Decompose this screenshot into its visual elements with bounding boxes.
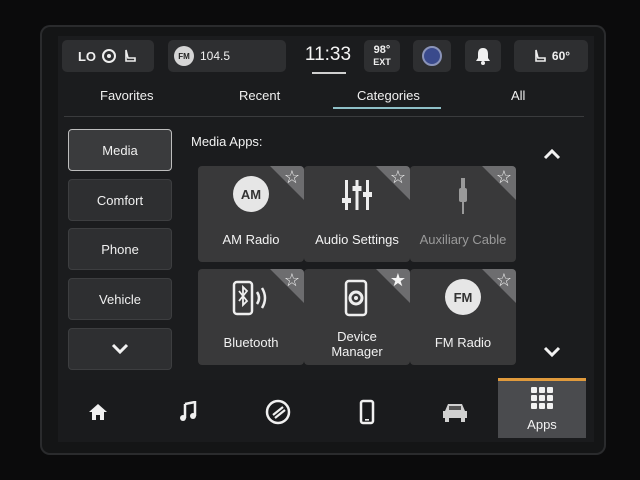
navigation-button[interactable] <box>413 40 451 72</box>
clock: 11:33 <box>304 44 352 65</box>
fm-badge: FM <box>174 46 194 66</box>
climate-right-value: 60° <box>551 49 571 63</box>
sidebar-item-comfort[interactable]: Comfort <box>68 179 172 221</box>
notifications-button[interactable] <box>465 40 501 72</box>
nav-apps-button[interactable]: Apps <box>498 378 586 438</box>
now-playing-radio[interactable]: FM 104.5 <box>168 40 286 72</box>
sidebar-item-vehicle[interactable]: Vehicle <box>68 278 172 320</box>
clock-underline <box>312 72 346 74</box>
am-radio-icon: AM <box>233 176 269 212</box>
aux-cable-icon <box>459 178 467 214</box>
phone-icon <box>359 399 375 425</box>
tabs-divider <box>64 116 584 117</box>
tab-categories[interactable]: Categories <box>357 88 420 103</box>
sidebar-item-label: Vehicle <box>99 291 141 307</box>
bell-icon <box>476 48 490 65</box>
star-icon[interactable]: ☆ <box>284 167 300 188</box>
bluetooth-phone-icon <box>232 280 267 316</box>
home-icon <box>89 404 107 420</box>
nav-phone-button[interactable] <box>347 394 387 430</box>
nav-media-button[interactable] <box>168 394 208 430</box>
outside-temp-label: EXT <box>373 57 391 67</box>
chevron-down-icon <box>111 343 129 355</box>
sidebar-item-label: Phone <box>101 241 139 257</box>
apps-grid-icon <box>531 387 553 409</box>
app-bluetooth[interactable]: ☆ Bluetooth <box>198 269 304 365</box>
climate-left-value: LO <box>77 48 97 64</box>
sidebar-item-phone[interactable]: Phone <box>68 228 172 270</box>
app-label: Audio Settings <box>315 232 399 247</box>
tab-all[interactable]: All <box>511 88 525 103</box>
fm-radio-icon: FM <box>445 279 481 315</box>
app-fm-radio[interactable]: ☆ FM FM Radio <box>410 269 516 365</box>
infotainment-screen: LO FM 104.5 11:33 98° EXT 60° Favorites … <box>58 36 594 442</box>
sidebar-item-media[interactable]: Media <box>68 129 172 171</box>
star-icon[interactable]: ☆ <box>284 270 300 291</box>
scroll-down-icon[interactable] <box>542 346 562 358</box>
tab-selected-indicator <box>333 107 441 109</box>
app-label: Device Manager <box>304 329 410 359</box>
device-manager-icon <box>344 279 368 317</box>
app-audio-settings[interactable]: ☆ Audio Settings <box>304 166 410 262</box>
heated-steering-icon <box>102 49 117 63</box>
sidebar-item-label: Media <box>102 142 138 158</box>
scroll-up-icon[interactable] <box>542 148 562 160</box>
app-device-manager[interactable]: ★ Device Manager <box>304 269 410 365</box>
seat-icon <box>535 49 546 62</box>
app-label-line1: Device <box>337 329 377 344</box>
app-label: FM Radio <box>434 335 492 350</box>
nav-home-button[interactable] <box>78 394 118 430</box>
app-label: Auxiliary Cable <box>419 232 507 247</box>
star-icon[interactable]: ☆ <box>390 167 406 188</box>
nav-phone-projection-button[interactable] <box>258 394 298 430</box>
radio-station: 104.5 <box>200 49 231 63</box>
nav-vehicle-button[interactable] <box>435 394 475 430</box>
equalizer-icon <box>342 180 372 210</box>
climate-right-button[interactable]: 60° <box>514 40 588 72</box>
music-note-icon <box>180 401 197 421</box>
compass-icon <box>422 46 442 66</box>
app-label: Bluetooth <box>223 335 279 350</box>
star-icon[interactable]: ☆ <box>496 167 512 188</box>
app-label: AM Radio <box>222 232 280 247</box>
app-auxiliary-cable[interactable]: ☆ Auxiliary Cable <box>410 166 516 262</box>
star-icon[interactable]: ★ <box>390 270 406 291</box>
phone-link-icon <box>265 399 291 425</box>
tab-favorites[interactable]: Favorites <box>100 88 153 103</box>
section-title: Media Apps: <box>191 134 263 149</box>
outside-temp: 98° EXT <box>364 40 400 72</box>
car-icon <box>443 404 467 422</box>
sidebar-item-label: Comfort <box>96 192 144 208</box>
heated-seat-icon <box>125 49 136 62</box>
outside-temp-value: 98° <box>373 44 391 56</box>
app-label-line2: Manager <box>331 344 383 359</box>
apps-label: Apps <box>527 417 557 432</box>
star-icon[interactable]: ☆ <box>496 270 512 291</box>
climate-left-button[interactable]: LO <box>62 40 154 72</box>
app-am-radio[interactable]: ☆ AM AM Radio <box>198 166 304 262</box>
tab-recent[interactable]: Recent <box>239 88 280 103</box>
sidebar-more-button[interactable] <box>68 328 172 370</box>
